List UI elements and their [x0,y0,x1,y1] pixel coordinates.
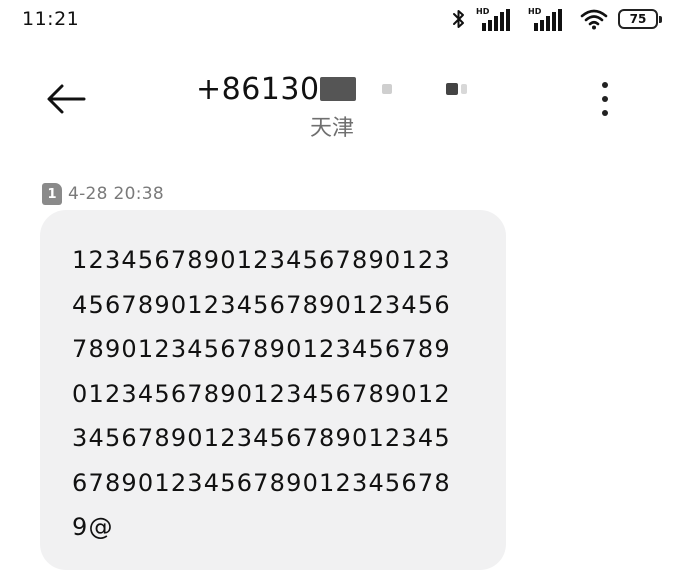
message-text-line: 9@ [72,513,114,541]
redaction-mark [319,77,356,101]
battery-level: 75 [629,12,647,26]
battery-icon: 75 [618,9,662,29]
wifi-icon [580,9,608,30]
contact-location: 天津 [310,116,355,141]
status-bar: 11:21 HD HD 75 [0,0,674,38]
message-bubble[interactable]: 12345678901234567890123 4567890123456789… [40,210,506,570]
signal-hd-icon: HD [476,7,518,31]
phone-number-digit: 0 [299,71,320,107]
message-text-line: 12345678901234567890123 [72,246,451,274]
back-arrow-icon[interactable] [44,82,88,116]
conversation-header: +8613 0 天津 [0,52,674,152]
more-vertical-icon[interactable] [596,82,614,116]
status-icons: HD HD 75 [452,6,662,32]
redaction-mark [460,84,467,94]
message-timestamp: 4-28 20:38 [68,184,164,204]
contact-number: +8613 0 [196,66,467,112]
sim-card-icon: 1 [42,183,62,205]
message-text-line: 78901234567890123456789 [72,335,451,363]
message-text-line: 01234567890123456789012 [72,379,451,408]
message-text-line: 34567890123456789012345 [72,424,451,452]
phone-number-prefix: +8613 [196,71,300,107]
redaction-mark [445,83,458,95]
signal-hd-icon: HD [528,7,570,31]
message-meta: 1 4-28 20:38 [42,182,164,206]
redaction-mark [381,84,392,94]
clock: 11:21 [22,8,80,30]
message-text-line: 67890123456789012345678 [72,468,451,497]
message-text-line: 45678901234567890123456 [72,290,451,319]
bluetooth-icon [453,10,464,28]
